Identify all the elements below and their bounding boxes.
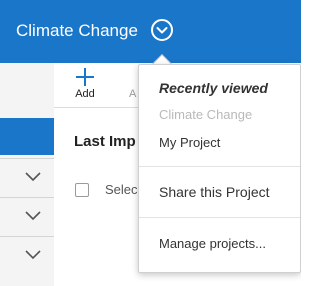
chevron-down-icon [25,172,41,182]
chevron-down-circle-icon[interactable] [150,18,174,42]
project-menu: Recently viewed Climate Change My Projec… [138,64,301,273]
project-title[interactable]: Climate Change [16,21,138,41]
menu-divider [139,166,300,167]
add-button-label: Add [75,88,95,100]
menu-divider [139,217,300,218]
menu-item-share-project[interactable]: Share this Project [159,184,270,201]
select-all-checkbox[interactable] [75,183,89,197]
app-header: Climate Change [0,0,301,63]
menu-item-recent-project[interactable]: My Project [159,135,220,151]
menu-item-current-project: Climate Change [159,107,253,122]
recently-viewed-heading: Recently viewed [159,80,268,96]
select-all-label: Selec [105,182,138,197]
sidebar-section-row[interactable] [0,197,54,236]
sidebar-section-row[interactable] [0,236,54,275]
sidebar-active-item[interactable] [0,118,54,155]
sidebar-section-row[interactable] [0,158,54,197]
plus-icon [76,68,94,86]
app-window: Climate Change Add A Last Imp Selec Rece… [0,0,301,286]
chevron-down-icon [25,211,41,221]
add-button[interactable]: Add [68,66,102,102]
chevron-down-icon [25,250,41,260]
menu-item-manage-projects[interactable]: Manage projects... [159,236,266,252]
section-heading: Last Imp [74,133,136,150]
